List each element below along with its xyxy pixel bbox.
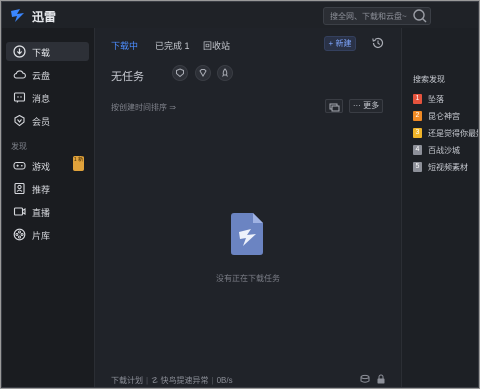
- view-toggle-button[interactable]: [325, 99, 343, 113]
- sidebar-item-label: 下载: [32, 48, 51, 58]
- rank-badge: 2: [413, 111, 422, 121]
- hot-search-label: 还是觉得你最好: [428, 129, 479, 138]
- sidebar-item-vip[interactable]: 会员: [6, 111, 89, 130]
- sidebar-item-live[interactable]: 直播: [6, 202, 89, 221]
- history-icon[interactable]: [371, 36, 385, 50]
- rocket-button[interactable]: [217, 65, 233, 81]
- rank-badge: 5: [413, 162, 422, 172]
- storage-icon[interactable]: [360, 374, 370, 384]
- thunder-logo-icon: [11, 9, 24, 22]
- sidebar-item-label: 片库: [32, 231, 51, 241]
- film-library-icon: [13, 228, 26, 241]
- vip-icon: [14, 114, 25, 127]
- rocket-icon: [222, 68, 228, 77]
- new-task-button[interactable]: + 新建: [324, 36, 356, 51]
- speed-status[interactable]: 快鸟提速异常: [160, 376, 208, 385]
- footer-separator: |: [211, 376, 214, 385]
- cloud-icon: [13, 70, 26, 79]
- hot-search-item[interactable]: 3 还是觉得你最好: [413, 127, 479, 139]
- gamepad-icon: [13, 161, 26, 170]
- empty-state-text: 没有正在下载任务: [216, 274, 280, 283]
- discover-section-label: 发现: [11, 142, 27, 151]
- sidebar-item-label: 直播: [32, 208, 51, 218]
- download-plan-link[interactable]: 下载计划: [111, 376, 143, 385]
- search-discovery-title: 搜索发现: [413, 75, 445, 84]
- download-panel: 下载中 已完成 1 回收站 + 新建 无任务 按创建时间排序 ⇒ ··· 更多 …: [94, 28, 400, 387]
- search-placeholder: 搜全网、下载和云盘~: [330, 12, 407, 21]
- live-icon: [13, 207, 26, 216]
- message-icon: [13, 92, 26, 103]
- sidebar-item-recommend[interactable]: 推荐: [6, 179, 89, 198]
- hot-search-item[interactable]: 5 短视频素材: [413, 161, 478, 173]
- diamond-button[interactable]: [195, 65, 211, 81]
- hot-search-item[interactable]: 2 昆仑神宫: [413, 110, 478, 122]
- hot-search-label: 坠落: [428, 95, 444, 104]
- status-bar: 下载计划 | ☡ 快鸟提速异常 | 0B/s: [111, 375, 233, 386]
- shield-button[interactable]: [172, 65, 188, 81]
- hot-search-label: 短视频素材: [428, 163, 468, 172]
- window-icon: [329, 103, 340, 112]
- empty-file-icon: [231, 213, 263, 255]
- sidebar-item-label: 推荐: [32, 185, 51, 195]
- hot-search-item[interactable]: 4 百战沙城: [413, 144, 478, 156]
- lock-icon[interactable]: [376, 374, 386, 384]
- sidebar-item-label: 消息: [32, 94, 51, 104]
- sidebar: 下载 云盘 消息 会员 发现 游戏 1 新 推荐 直播 片库: [2, 28, 94, 387]
- page-title: 无任务: [111, 71, 144, 83]
- tab-recycle-bin[interactable]: 回收站: [203, 39, 230, 52]
- sidebar-item-label: 游戏: [32, 162, 51, 172]
- hot-search-item[interactable]: 1 坠落: [413, 93, 478, 105]
- sidebar-item-film-library[interactable]: 片库: [6, 225, 89, 244]
- hot-search-label: 昆仑神宫: [428, 112, 460, 121]
- shield-icon: [176, 68, 184, 78]
- sidebar-item-cloud[interactable]: 云盘: [6, 65, 89, 84]
- app-window: 迅雷 搜全网、下载和云盘~ 下载 云盘 消息 会员 发现 游戏 1 新 推荐 直…: [1, 1, 479, 388]
- sidebar-item-label: 云盘: [32, 71, 51, 81]
- rank-badge: 1: [413, 94, 422, 104]
- tab-downloading[interactable]: 下载中: [111, 39, 138, 52]
- rank-badge: 3: [413, 128, 422, 138]
- recommend-icon: [14, 182, 25, 195]
- hot-search-label: 百战沙城: [428, 146, 460, 155]
- tab-completed[interactable]: 已完成 1: [155, 39, 190, 52]
- new-badge: 1 新: [73, 156, 84, 171]
- search-icon[interactable]: [410, 7, 430, 25]
- search-discovery-panel: 搜索发现 1 坠落 2 昆仑神宫 3 还是觉得你最好 4 百战沙城 5 短视频素…: [401, 28, 479, 387]
- sidebar-item-label: 会员: [32, 117, 51, 127]
- more-button[interactable]: ··· 更多: [349, 99, 383, 113]
- footer-separator: |: [146, 376, 149, 385]
- sort-dropdown[interactable]: 按创建时间排序 ⇒: [111, 102, 176, 113]
- sidebar-item-download[interactable]: 下载: [6, 42, 89, 61]
- bird-icon: ☡: [151, 376, 159, 385]
- rank-badge: 4: [413, 145, 422, 155]
- diamond-icon: [199, 69, 207, 77]
- download-speed: 0B/s: [216, 376, 233, 385]
- sidebar-item-messages[interactable]: 消息: [6, 88, 89, 107]
- app-title: 迅雷: [32, 10, 57, 24]
- download-icon: [13, 45, 26, 58]
- title-bar: 迅雷 搜全网、下载和云盘~: [2, 2, 478, 28]
